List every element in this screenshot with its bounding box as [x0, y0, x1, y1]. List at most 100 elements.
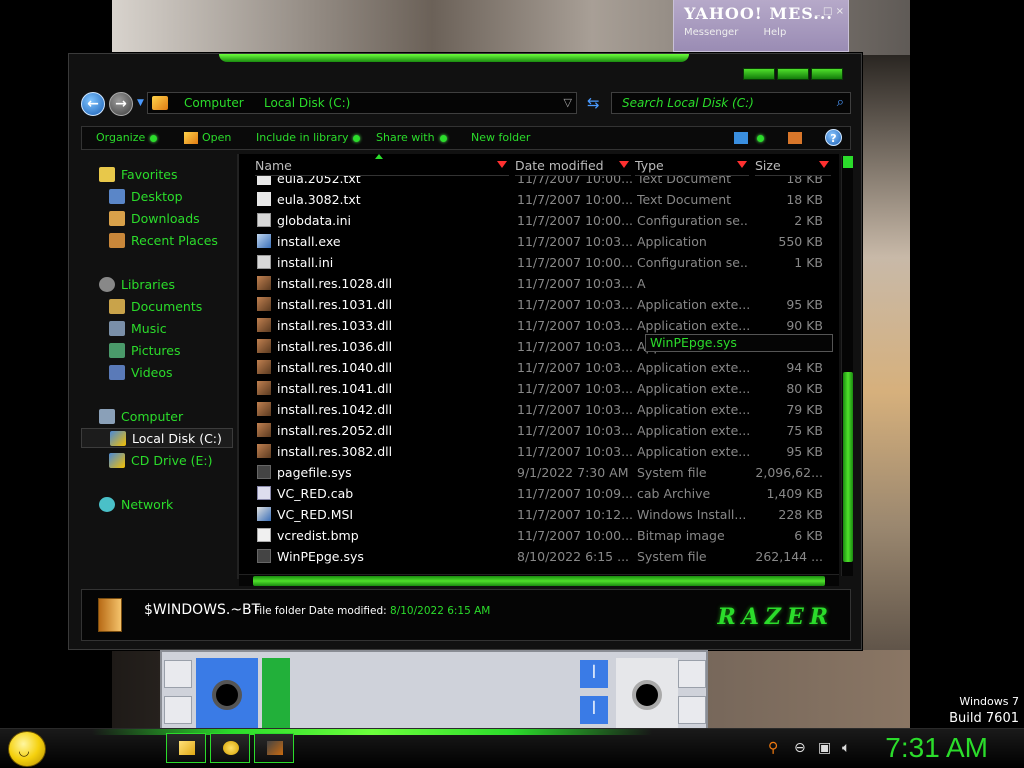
vertical-scrollbar[interactable]	[841, 156, 853, 576]
open-button[interactable]: Open	[202, 131, 231, 144]
file-row[interactable]: install.res.1031.dll 11/7/2007 10:03... Ap…	[239, 294, 829, 315]
include-in-library-menu[interactable]: Include in library	[256, 131, 361, 144]
network-tray-icon[interactable]: ▣	[818, 740, 831, 756]
scroll-up-button[interactable]	[843, 156, 853, 168]
windows-watermark: Windows 7 Build 7601	[949, 693, 1019, 727]
file-row[interactable]: install.exe 11/7/2007 10:03... Application…	[239, 231, 829, 252]
view-dropdown[interactable]	[752, 131, 764, 144]
file-row[interactable]: install.res.1041.dll 11/7/2007 10:03... Ap…	[239, 378, 829, 399]
horizontal-scroll-thumb[interactable]	[253, 576, 825, 586]
nav-cd-drive[interactable]: CD Drive (E:)	[109, 450, 213, 470]
volume-icon[interactable]: 🔈︎	[842, 740, 850, 756]
column-size[interactable]: Size	[755, 158, 831, 176]
file-row[interactable]: eula.2052.txt 11/7/2007 10:00... Text Docu…	[239, 176, 829, 189]
column-date[interactable]: Date modified	[515, 158, 631, 176]
nav-label: Pictures	[131, 342, 181, 358]
yahoo-messenger-window[interactable]: YAHOO! MES... _ □ × Messenger Help	[673, 0, 849, 52]
file-row[interactable]: pagefile.sys 9/1/2022 7:30 AM System file 2…	[239, 462, 829, 483]
nav-computer[interactable]: Computer	[99, 406, 183, 426]
search-box[interactable]: Search Local Disk (C:) ⌕	[611, 92, 851, 114]
game-icon	[267, 741, 283, 755]
file-size: 79 KB	[786, 402, 823, 417]
maximize-button[interactable]	[777, 68, 809, 80]
file-name: WinPEpge.sys	[277, 549, 364, 564]
organize-menu[interactable]: Organize	[96, 131, 158, 144]
board-tile[interactable]	[678, 696, 706, 724]
search-icon[interactable]: ⌕	[837, 95, 844, 110]
folder-icon	[152, 96, 168, 110]
horizontal-scrollbar[interactable]	[239, 574, 839, 586]
share-with-menu[interactable]: Share with	[376, 131, 447, 144]
taskbar-messenger-button[interactable]	[210, 733, 250, 763]
column-filter-icon[interactable]	[737, 161, 747, 168]
file-row[interactable]: install.res.2052.dll 11/7/2007 10:03... Ap…	[239, 420, 829, 441]
file-row[interactable]: eula.3082.txt 11/7/2007 10:00... Text Docu…	[239, 189, 829, 210]
file-row[interactable]: install.res.1040.dll 11/7/2007 10:03... Ap…	[239, 357, 829, 378]
nav-recent-places[interactable]: Recent Places	[109, 230, 218, 250]
yahoo-menu-messenger[interactable]: Messenger	[684, 27, 738, 38]
address-dropdown-icon[interactable]: ▽	[564, 96, 572, 109]
recent-pages-dropdown-icon[interactable]: ▼	[137, 98, 144, 108]
start-button[interactable]: ◡	[8, 731, 46, 767]
blue-goal-tile[interactable]	[196, 658, 258, 730]
forward-button[interactable]: →	[109, 92, 133, 116]
column-name[interactable]: Name	[255, 158, 509, 176]
column-filter-icon[interactable]	[497, 161, 507, 168]
board-tile[interactable]	[164, 660, 192, 688]
board-tile[interactable]	[678, 660, 706, 688]
file-size: 1 KB	[794, 255, 823, 270]
nav-favorites[interactable]: Favorites	[99, 164, 177, 184]
goal-hole	[632, 680, 662, 710]
file-row[interactable]: install.ini 11/7/2007 10:00... Configurati…	[239, 252, 829, 273]
view-icon[interactable]	[734, 132, 748, 144]
nav-documents[interactable]: Documents	[109, 296, 202, 316]
taskbar-game-button[interactable]	[254, 733, 294, 763]
search-tray-icon[interactable]: ⚲	[768, 740, 778, 756]
column-type[interactable]: Type	[635, 158, 749, 176]
back-button[interactable]: ←	[81, 92, 105, 116]
file-row[interactable]: VC_RED.MSI 11/7/2007 10:12... Windows Inst…	[239, 504, 829, 525]
lock-icon[interactable]: ꟾ	[580, 660, 608, 688]
include-label: Include in library	[256, 131, 349, 144]
new-folder-button[interactable]: New folder	[471, 131, 530, 144]
file-row[interactable]: install.res.3082.dll 11/7/2007 10:03... Ap…	[239, 441, 829, 462]
nav-downloads[interactable]: Downloads	[109, 208, 200, 228]
file-row[interactable]: globdata.ini 11/7/2007 10:00... Configurat…	[239, 210, 829, 231]
nav-pictures[interactable]: Pictures	[109, 340, 181, 360]
breadcrumb-local-disk[interactable]: Local Disk (C:)	[264, 96, 350, 110]
nav-videos[interactable]: Videos	[109, 362, 173, 382]
vertical-scroll-thumb[interactable]	[843, 372, 853, 562]
yahoo-menu-help[interactable]: Help	[764, 27, 787, 38]
lock-icon[interactable]: ꟾ	[580, 696, 608, 724]
minimize-button[interactable]	[743, 68, 775, 80]
os-name: Windows 7	[959, 695, 1019, 708]
preview-pane-icon[interactable]	[788, 132, 802, 144]
help-button[interactable]: ?	[825, 129, 842, 146]
puzzle-game-board[interactable]: ꟾ ꟾ	[160, 650, 708, 730]
green-puzzle-piece[interactable]	[262, 658, 290, 730]
yahoo-window-controls[interactable]: _ □ ×	[815, 6, 844, 17]
column-filter-icon[interactable]	[619, 161, 629, 168]
file-row[interactable]: WinPEpge.sys 8/10/2022 6:15 ... System fil…	[239, 546, 829, 567]
refresh-icon[interactable]: ⇆	[587, 94, 600, 112]
command-bar: Organize Open Include in library Share w…	[81, 126, 851, 150]
file-row[interactable]: vcredist.bmp 11/7/2007 10:00... Bitmap ima…	[239, 525, 829, 546]
tray-status-icon[interactable]: ⊖	[794, 740, 806, 756]
column-filter-icon[interactable]	[819, 161, 829, 168]
close-button[interactable]	[811, 68, 843, 80]
file-row[interactable]: install.res.1033.dll 11/7/2007 10:03... Ap…	[239, 315, 829, 336]
breadcrumb-computer[interactable]: Computer	[184, 96, 244, 110]
nav-desktop[interactable]: Desktop	[109, 186, 183, 206]
taskbar-explorer-button[interactable]	[166, 733, 206, 763]
file-row[interactable]: install.res.1028.dll 11/7/2007 10:03... A	[239, 273, 829, 294]
nav-local-disk[interactable]: Local Disk (C:)	[81, 428, 233, 448]
nav-network[interactable]: Network	[99, 494, 173, 514]
file-row[interactable]: VC_RED.cab 11/7/2007 10:09... cab Archive 1…	[239, 483, 829, 504]
grey-goal-tile[interactable]	[616, 658, 678, 730]
address-bar[interactable]: Computer Local Disk (C:) ▽	[147, 92, 577, 114]
taskbar-clock[interactable]: 7:31 AM	[885, 732, 988, 764]
file-row[interactable]: install.res.1042.dll 11/7/2007 10:03... Ap…	[239, 399, 829, 420]
nav-libraries[interactable]: Libraries	[99, 274, 175, 294]
nav-music[interactable]: Music	[109, 318, 167, 338]
board-tile[interactable]	[164, 696, 192, 724]
